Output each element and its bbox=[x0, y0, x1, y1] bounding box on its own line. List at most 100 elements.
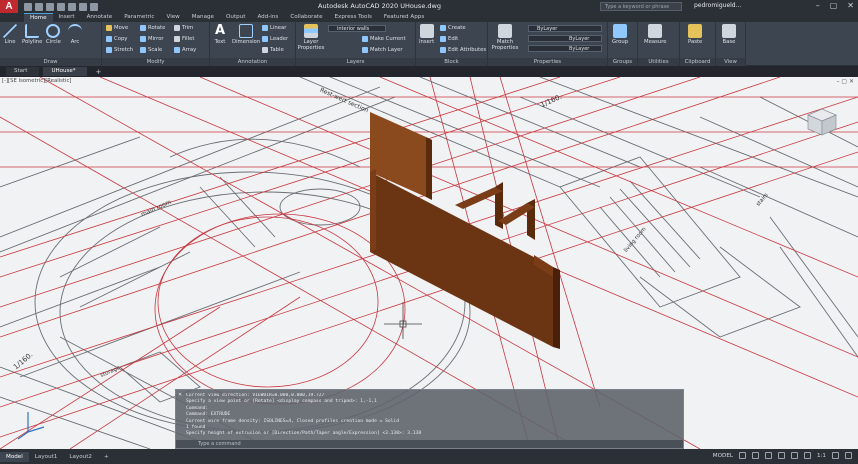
leader-icon bbox=[262, 36, 268, 42]
lineweight-icon[interactable] bbox=[803, 452, 811, 459]
open-icon[interactable] bbox=[35, 2, 43, 11]
rotate-button[interactable]: Rotate bbox=[140, 25, 165, 31]
file-tab-start[interactable]: Start bbox=[6, 67, 40, 76]
insert-button[interactable]: Insert bbox=[419, 24, 434, 45]
search-input[interactable]: Type a keyword or phrase bbox=[600, 2, 682, 11]
viewport-label[interactable]: [-][SE Isometric][Realistic] bbox=[2, 78, 71, 84]
color-dropdown[interactable]: ByLayer bbox=[528, 25, 602, 32]
modify-panel-label[interactable]: Modify bbox=[102, 58, 209, 66]
layout-tab-model[interactable]: Model bbox=[0, 451, 29, 462]
layer-properties-button[interactable]: Layer Properties bbox=[298, 24, 324, 51]
status-bar: Model Layout1 Layout2 + MODEL 1:1 bbox=[0, 449, 858, 464]
close-icon[interactable]: ✕ bbox=[847, 1, 854, 10]
tab-annotate[interactable]: Annotate bbox=[81, 13, 119, 22]
annotation-panel: A Text Dimension Linear Leader Table Anno… bbox=[210, 22, 296, 66]
fillet-button[interactable]: Fillet bbox=[174, 36, 194, 42]
model-space-toggle[interactable]: MODEL bbox=[713, 453, 733, 459]
make-current-button[interactable]: Make Current bbox=[362, 36, 406, 42]
paste-button[interactable]: Paste bbox=[688, 24, 702, 45]
new-tab-button[interactable]: + bbox=[91, 68, 105, 76]
save-as-icon[interactable] bbox=[57, 2, 65, 11]
clipboard-panel-label[interactable]: Clipboard bbox=[680, 58, 715, 66]
command-input[interactable]: Type a command bbox=[176, 440, 683, 448]
layout-tab-layout1[interactable]: Layout1 bbox=[29, 452, 64, 462]
edit-block-button[interactable]: Edit bbox=[440, 36, 458, 42]
linear-button[interactable]: Linear bbox=[262, 25, 286, 31]
scale-button[interactable]: Scale bbox=[140, 47, 162, 53]
paste-label: Paste bbox=[688, 39, 703, 45]
table-button[interactable]: Table bbox=[262, 47, 284, 53]
match-properties-icon bbox=[498, 24, 512, 38]
leader-button[interactable]: Leader bbox=[262, 36, 288, 42]
customize-icon[interactable] bbox=[845, 452, 852, 459]
properties-panel-label[interactable]: Properties bbox=[488, 58, 607, 66]
circle-button[interactable]: Circle bbox=[46, 24, 61, 45]
tab-collaborate[interactable]: Collaborate bbox=[284, 13, 328, 22]
annotation-scale[interactable]: 1:1 bbox=[817, 453, 826, 459]
view-panel-label[interactable]: View bbox=[716, 58, 745, 66]
print-icon[interactable] bbox=[68, 2, 76, 11]
viewport-controls[interactable]: – ▢ ✕ bbox=[836, 78, 854, 85]
text-button[interactable]: A Text bbox=[213, 24, 227, 46]
ortho-icon[interactable] bbox=[764, 452, 772, 459]
lineweight-dropdown[interactable]: ByLayer bbox=[528, 45, 602, 52]
tab-add-ins[interactable]: Add-ins bbox=[251, 13, 284, 22]
undo-icon[interactable] bbox=[79, 2, 87, 11]
new-icon[interactable] bbox=[24, 2, 32, 11]
tab-output[interactable]: Output bbox=[220, 13, 251, 22]
viewcube-icon[interactable] bbox=[807, 108, 837, 136]
tab-featured-apps[interactable]: Featured Apps bbox=[378, 13, 430, 22]
tab-insert[interactable]: Insert bbox=[53, 13, 81, 22]
tab-view[interactable]: View bbox=[160, 13, 185, 22]
create-block-button[interactable]: Create bbox=[440, 25, 466, 31]
snap-icon[interactable] bbox=[751, 452, 759, 459]
group-button[interactable]: Group bbox=[612, 24, 628, 45]
stretch-button[interactable]: Stretch bbox=[106, 47, 133, 53]
base-button[interactable]: Base bbox=[722, 24, 736, 45]
grid-icon[interactable] bbox=[738, 452, 746, 459]
mirror-button[interactable]: Mirror bbox=[140, 36, 164, 42]
osnap-icon[interactable] bbox=[790, 452, 798, 459]
layer-dropdown[interactable]: interior walls bbox=[328, 25, 386, 32]
annotation-panel-label[interactable]: Annotation bbox=[210, 58, 295, 66]
copy-button[interactable]: Copy bbox=[106, 36, 127, 42]
arc-button[interactable]: Arc bbox=[68, 24, 82, 45]
groups-panel-label[interactable]: Groups bbox=[608, 58, 637, 66]
polyline-label: Polyline bbox=[22, 39, 43, 45]
tab-parametric[interactable]: Parametric bbox=[118, 13, 160, 22]
trim-button[interactable]: Trim bbox=[174, 25, 193, 31]
measure-button[interactable]: Measure bbox=[644, 24, 667, 45]
polyline-button[interactable]: Polyline bbox=[22, 24, 42, 45]
redo-icon[interactable] bbox=[90, 2, 98, 11]
rotate-label: Rotate bbox=[148, 25, 166, 31]
match-properties-button[interactable]: Match Properties bbox=[491, 24, 519, 51]
tab-express-tools[interactable]: Express Tools bbox=[329, 13, 378, 22]
block-panel: Insert Create Edit Edit Attributes Block bbox=[416, 22, 488, 66]
move-button[interactable]: Move bbox=[106, 25, 128, 31]
match-layer-button[interactable]: Match Layer bbox=[362, 47, 403, 53]
block-panel-label[interactable]: Block bbox=[416, 58, 487, 66]
draw-panel-label[interactable]: Draw bbox=[0, 58, 101, 66]
dimension-button[interactable]: Dimension bbox=[232, 24, 260, 45]
line-button[interactable]: Line bbox=[3, 24, 17, 45]
dimension-icon bbox=[239, 24, 254, 38]
app-menu-button[interactable]: A bbox=[0, 0, 18, 13]
add-layout-button[interactable]: + bbox=[98, 452, 115, 462]
tab-manage[interactable]: Manage bbox=[186, 13, 220, 22]
user-account[interactable]: pedromigueld... bbox=[694, 2, 741, 9]
layout-tab-layout2[interactable]: Layout2 bbox=[63, 452, 98, 462]
command-close-icon[interactable]: ✕ bbox=[178, 392, 182, 398]
file-tab-uhouse[interactable]: UHouse* bbox=[43, 67, 88, 76]
array-button[interactable]: Array bbox=[174, 47, 196, 53]
workspace-icon[interactable] bbox=[832, 452, 839, 459]
polar-icon[interactable] bbox=[777, 452, 785, 459]
linetype-dropdown[interactable]: ByLayer bbox=[528, 35, 602, 42]
edit-attributes-button[interactable]: Edit Attributes bbox=[440, 47, 486, 53]
minimize-icon[interactable]: – bbox=[816, 1, 820, 10]
utilities-panel-label[interactable]: Utilities bbox=[638, 58, 679, 66]
maximize-icon[interactable]: ▢ bbox=[830, 1, 838, 10]
layers-panel-label[interactable]: Layers bbox=[296, 58, 415, 66]
save-icon[interactable] bbox=[46, 2, 54, 11]
extruded-walls bbox=[370, 112, 560, 349]
tab-home[interactable]: Home bbox=[24, 13, 53, 22]
